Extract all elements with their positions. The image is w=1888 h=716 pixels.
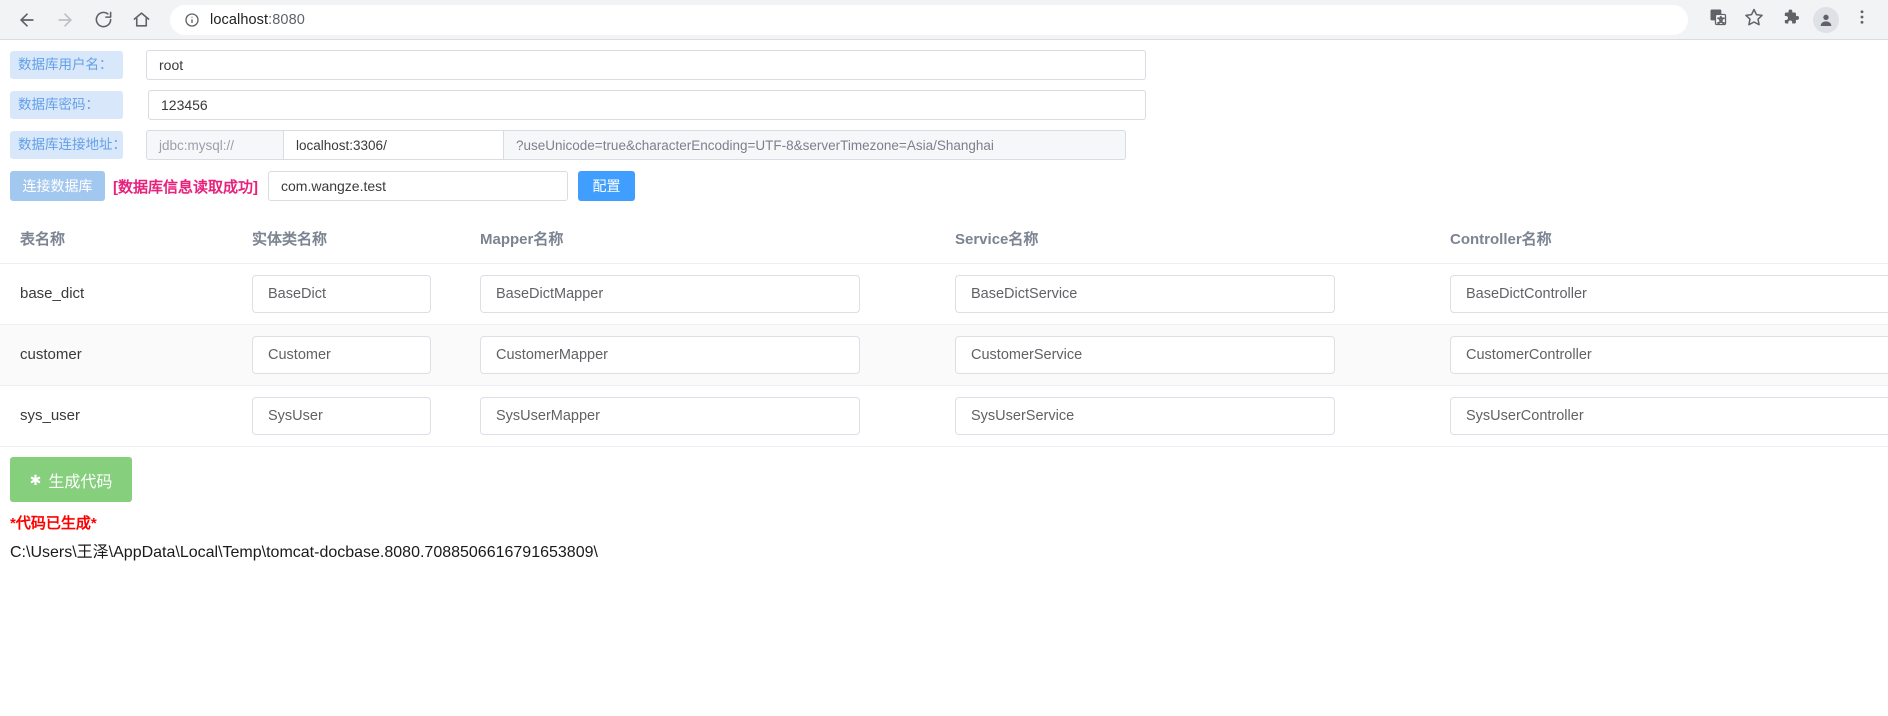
page-content: 数据库用户名： root 数据库密码： 123456 数据库连接地址： jdbc… bbox=[0, 50, 1888, 562]
cell-mapper: SysUserMapper bbox=[460, 385, 935, 447]
connection-status-text: [数据库信息读取成功] bbox=[113, 178, 258, 196]
profile-button[interactable] bbox=[1810, 4, 1842, 36]
password-label: 数据库密码： bbox=[10, 91, 123, 119]
output-path-text: C:\Users\王泽\AppData\Local\Temp\tomcat-do… bbox=[10, 544, 598, 561]
username-label: 数据库用户名： bbox=[10, 51, 123, 79]
back-arrow-icon bbox=[17, 10, 37, 30]
mapper-name-input[interactable]: CustomerMapper bbox=[480, 336, 860, 374]
table-row: sys_user SysUser SysUserMapper SysUserSe… bbox=[0, 385, 1888, 447]
home-button[interactable] bbox=[124, 3, 158, 37]
cell-table-name: sys_user bbox=[0, 385, 232, 447]
controller-name-input[interactable]: CustomerController bbox=[1450, 336, 1888, 374]
config-button[interactable]: 配置 bbox=[578, 171, 635, 201]
url-host: localhost bbox=[210, 11, 269, 28]
connection-address-label: 数据库连接地址： bbox=[10, 131, 126, 159]
password-input[interactable]: 123456 bbox=[148, 90, 1146, 120]
avatar-icon bbox=[1813, 6, 1839, 33]
generation-done-message: *代码已生成* bbox=[10, 515, 97, 532]
password-row: 数据库密码： 123456 bbox=[0, 90, 1888, 120]
connection-address-group: jdbc:mysql:// localhost:3306/ ?useUnicod… bbox=[146, 130, 1126, 160]
star-icon bbox=[1744, 7, 1764, 32]
table-name-text: base_dict bbox=[20, 285, 85, 302]
cell-table-name: base_dict bbox=[0, 263, 232, 325]
mapper-name-input[interactable]: SysUserMapper bbox=[480, 397, 860, 435]
back-button[interactable] bbox=[10, 3, 44, 37]
header-controller-name: Controller名称 bbox=[1430, 214, 1888, 264]
address-bar[interactable]: localhost:8080 bbox=[170, 4, 1688, 35]
translate-icon: G 文 bbox=[1708, 7, 1728, 32]
controller-name-input[interactable]: SysUserController bbox=[1450, 397, 1888, 435]
address-bar-url: localhost:8080 bbox=[210, 12, 305, 28]
package-name-input[interactable]: com.wangze.test bbox=[268, 171, 568, 201]
table-row: customer Customer CustomerMapper Custome… bbox=[0, 324, 1888, 386]
cell-table-name: customer bbox=[0, 324, 232, 386]
toolbar-actions: G 文 bbox=[1698, 4, 1878, 36]
info-circle-icon[interactable] bbox=[184, 12, 200, 28]
forward-arrow-icon bbox=[55, 10, 75, 30]
cell-entity: SysUser bbox=[232, 385, 460, 447]
service-name-input[interactable]: CustomerService bbox=[955, 336, 1335, 374]
footer-section: ✱ 生成代码 *代码已生成* C:\Users\王泽\AppData\Local… bbox=[0, 447, 1888, 562]
host-port-input[interactable]: localhost:3306/ bbox=[284, 130, 504, 160]
action-row: 连接数据库 [数据库信息读取成功] com.wangze.test 配置 bbox=[0, 171, 1888, 201]
cell-service: BaseDictService bbox=[935, 263, 1430, 325]
browser-toolbar: localhost:8080 G 文 bbox=[0, 0, 1888, 40]
bookmark-button[interactable] bbox=[1738, 4, 1770, 36]
cell-controller: CustomerController bbox=[1430, 324, 1888, 386]
entity-name-input[interactable]: BaseDict bbox=[252, 275, 431, 313]
puzzle-icon bbox=[1780, 7, 1800, 32]
connect-database-button[interactable]: 连接数据库 bbox=[10, 171, 105, 201]
extensions-button[interactable] bbox=[1774, 4, 1806, 36]
reload-icon bbox=[94, 10, 113, 29]
generate-code-label: 生成代码 bbox=[48, 473, 113, 491]
table-name-text: customer bbox=[20, 346, 82, 363]
entity-name-input[interactable]: Customer bbox=[252, 336, 431, 374]
three-dots-icon bbox=[1853, 8, 1871, 31]
cell-entity: BaseDict bbox=[232, 263, 460, 325]
table-body: base_dict BaseDict BaseDictMapper BaseDi… bbox=[0, 263, 1888, 447]
forward-button[interactable] bbox=[48, 3, 82, 37]
header-service-name: Service名称 bbox=[935, 214, 1430, 264]
browser-menu-button[interactable] bbox=[1846, 4, 1878, 36]
jdbc-prefix-input[interactable]: jdbc:mysql:// bbox=[146, 130, 284, 160]
table-header-row: 表名称 实体类名称 Mapper名称 Service名称 Controller名… bbox=[0, 214, 1888, 264]
table-header: 表名称 实体类名称 Mapper名称 Service名称 Controller名… bbox=[0, 214, 1888, 264]
home-icon bbox=[132, 10, 151, 29]
sparkle-icon: ✱ bbox=[29, 471, 42, 488]
cell-controller: BaseDictController bbox=[1430, 263, 1888, 325]
table-row: base_dict BaseDict BaseDictMapper BaseDi… bbox=[0, 263, 1888, 325]
code-generation-table: 表名称 实体类名称 Mapper名称 Service名称 Controller名… bbox=[0, 214, 1888, 447]
cell-service: CustomerService bbox=[935, 324, 1430, 386]
cell-mapper: CustomerMapper bbox=[460, 324, 935, 386]
username-row: 数据库用户名： root bbox=[0, 50, 1888, 80]
header-table-name: 表名称 bbox=[0, 214, 232, 264]
cell-service: SysUserService bbox=[935, 385, 1430, 447]
header-mapper-name: Mapper名称 bbox=[460, 214, 935, 264]
service-name-input[interactable]: SysUserService bbox=[955, 397, 1335, 435]
header-entity-name: 实体类名称 bbox=[232, 214, 460, 264]
url-port: :8080 bbox=[268, 11, 305, 28]
connection-params-input[interactable]: ?useUnicode=true&characterEncoding=UTF-8… bbox=[504, 130, 1126, 160]
cell-mapper: BaseDictMapper bbox=[460, 263, 935, 325]
reload-button[interactable] bbox=[86, 3, 120, 37]
username-input[interactable]: root bbox=[146, 50, 1146, 80]
connection-address-row: 数据库连接地址： jdbc:mysql:// localhost:3306/ ?… bbox=[0, 130, 1888, 160]
translate-button[interactable]: G 文 bbox=[1702, 4, 1734, 36]
svg-text:文: 文 bbox=[1718, 15, 1725, 24]
service-name-input[interactable]: BaseDictService bbox=[955, 275, 1335, 313]
entity-name-input[interactable]: SysUser bbox=[252, 397, 431, 435]
controller-name-input[interactable]: BaseDictController bbox=[1450, 275, 1888, 313]
cell-controller: SysUserController bbox=[1430, 385, 1888, 447]
cell-entity: Customer bbox=[232, 324, 460, 386]
mapper-name-input[interactable]: BaseDictMapper bbox=[480, 275, 860, 313]
table-name-text: sys_user bbox=[20, 407, 81, 424]
generate-code-button[interactable]: ✱ 生成代码 bbox=[10, 457, 132, 502]
